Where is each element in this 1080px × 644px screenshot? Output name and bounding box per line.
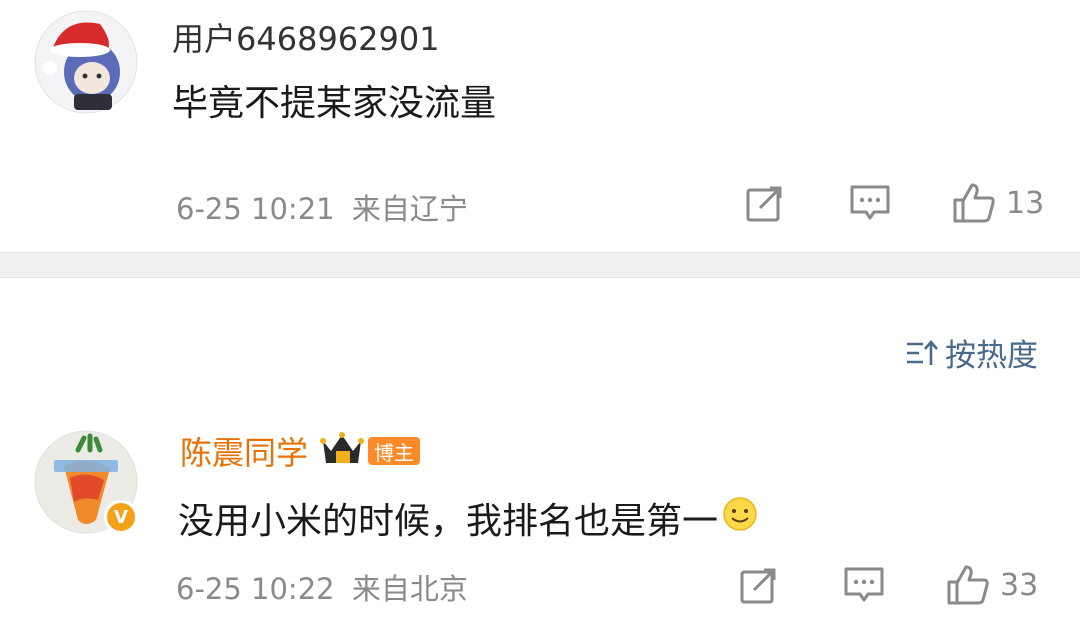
sort-icon <box>907 339 938 365</box>
location: 来自北京 <box>351 572 468 606</box>
smile-emoji-icon <box>722 496 758 541</box>
avatar[interactable] <box>34 10 138 114</box>
like-count: 13 <box>1006 185 1045 221</box>
comment-text-body: 没用小米的时候，我排名也是第一 <box>178 501 719 542</box>
location: 来自辽宁 <box>351 192 468 226</box>
username-row: 陈震同学 博主 <box>180 428 421 474</box>
like-count: 33 <box>1000 567 1039 603</box>
timestamp: 6-25 10:22 <box>176 572 335 606</box>
blogger-badge: 博主 <box>368 437 421 465</box>
username[interactable]: 用户6468962901 <box>172 14 440 60</box>
share-button[interactable] <box>740 566 778 604</box>
comment-text: 毕竟不提某家没流量 <box>172 83 497 124</box>
anime-avatar-icon <box>34 10 138 114</box>
comment-meta: 6-25 10:22 来自北京 <box>176 566 468 608</box>
username[interactable]: 陈震同学 <box>180 428 308 474</box>
section-divider <box>0 252 1080 278</box>
crown-icon <box>320 431 365 471</box>
share-button[interactable] <box>746 184 784 222</box>
comment-card: 按热度 V 陈震同学 博主 没用小米的时候，我排名也是第一 6-25 10:22… <box>0 278 1080 644</box>
reply-button[interactable] <box>850 184 890 222</box>
thumbs-up-icon <box>947 565 989 605</box>
share-icon <box>746 186 782 222</box>
reply-button[interactable] <box>844 566 884 604</box>
comment-meta: 6-25 10:21 来自辽宁 <box>176 186 468 228</box>
share-icon <box>740 568 776 604</box>
sort-toggle[interactable]: 按热度 <box>905 330 1038 375</box>
comment-icon <box>850 185 890 220</box>
comment-card: 用户6468962901 毕竟不提某家没流量 6-25 10:21 来自辽宁 1… <box>0 0 1080 252</box>
avatar[interactable]: V <box>34 430 138 534</box>
thumbs-up-icon <box>953 183 995 223</box>
timestamp: 6-25 10:21 <box>176 192 335 226</box>
like-button[interactable]: 13 <box>952 182 1044 224</box>
verified-badge: V <box>104 500 138 534</box>
like-button[interactable]: 33 <box>946 564 1038 606</box>
comment-icon <box>844 567 884 602</box>
comment-text: 没用小米的时候，我排名也是第一 <box>178 492 758 544</box>
sort-label: 按热度 <box>945 338 1038 374</box>
